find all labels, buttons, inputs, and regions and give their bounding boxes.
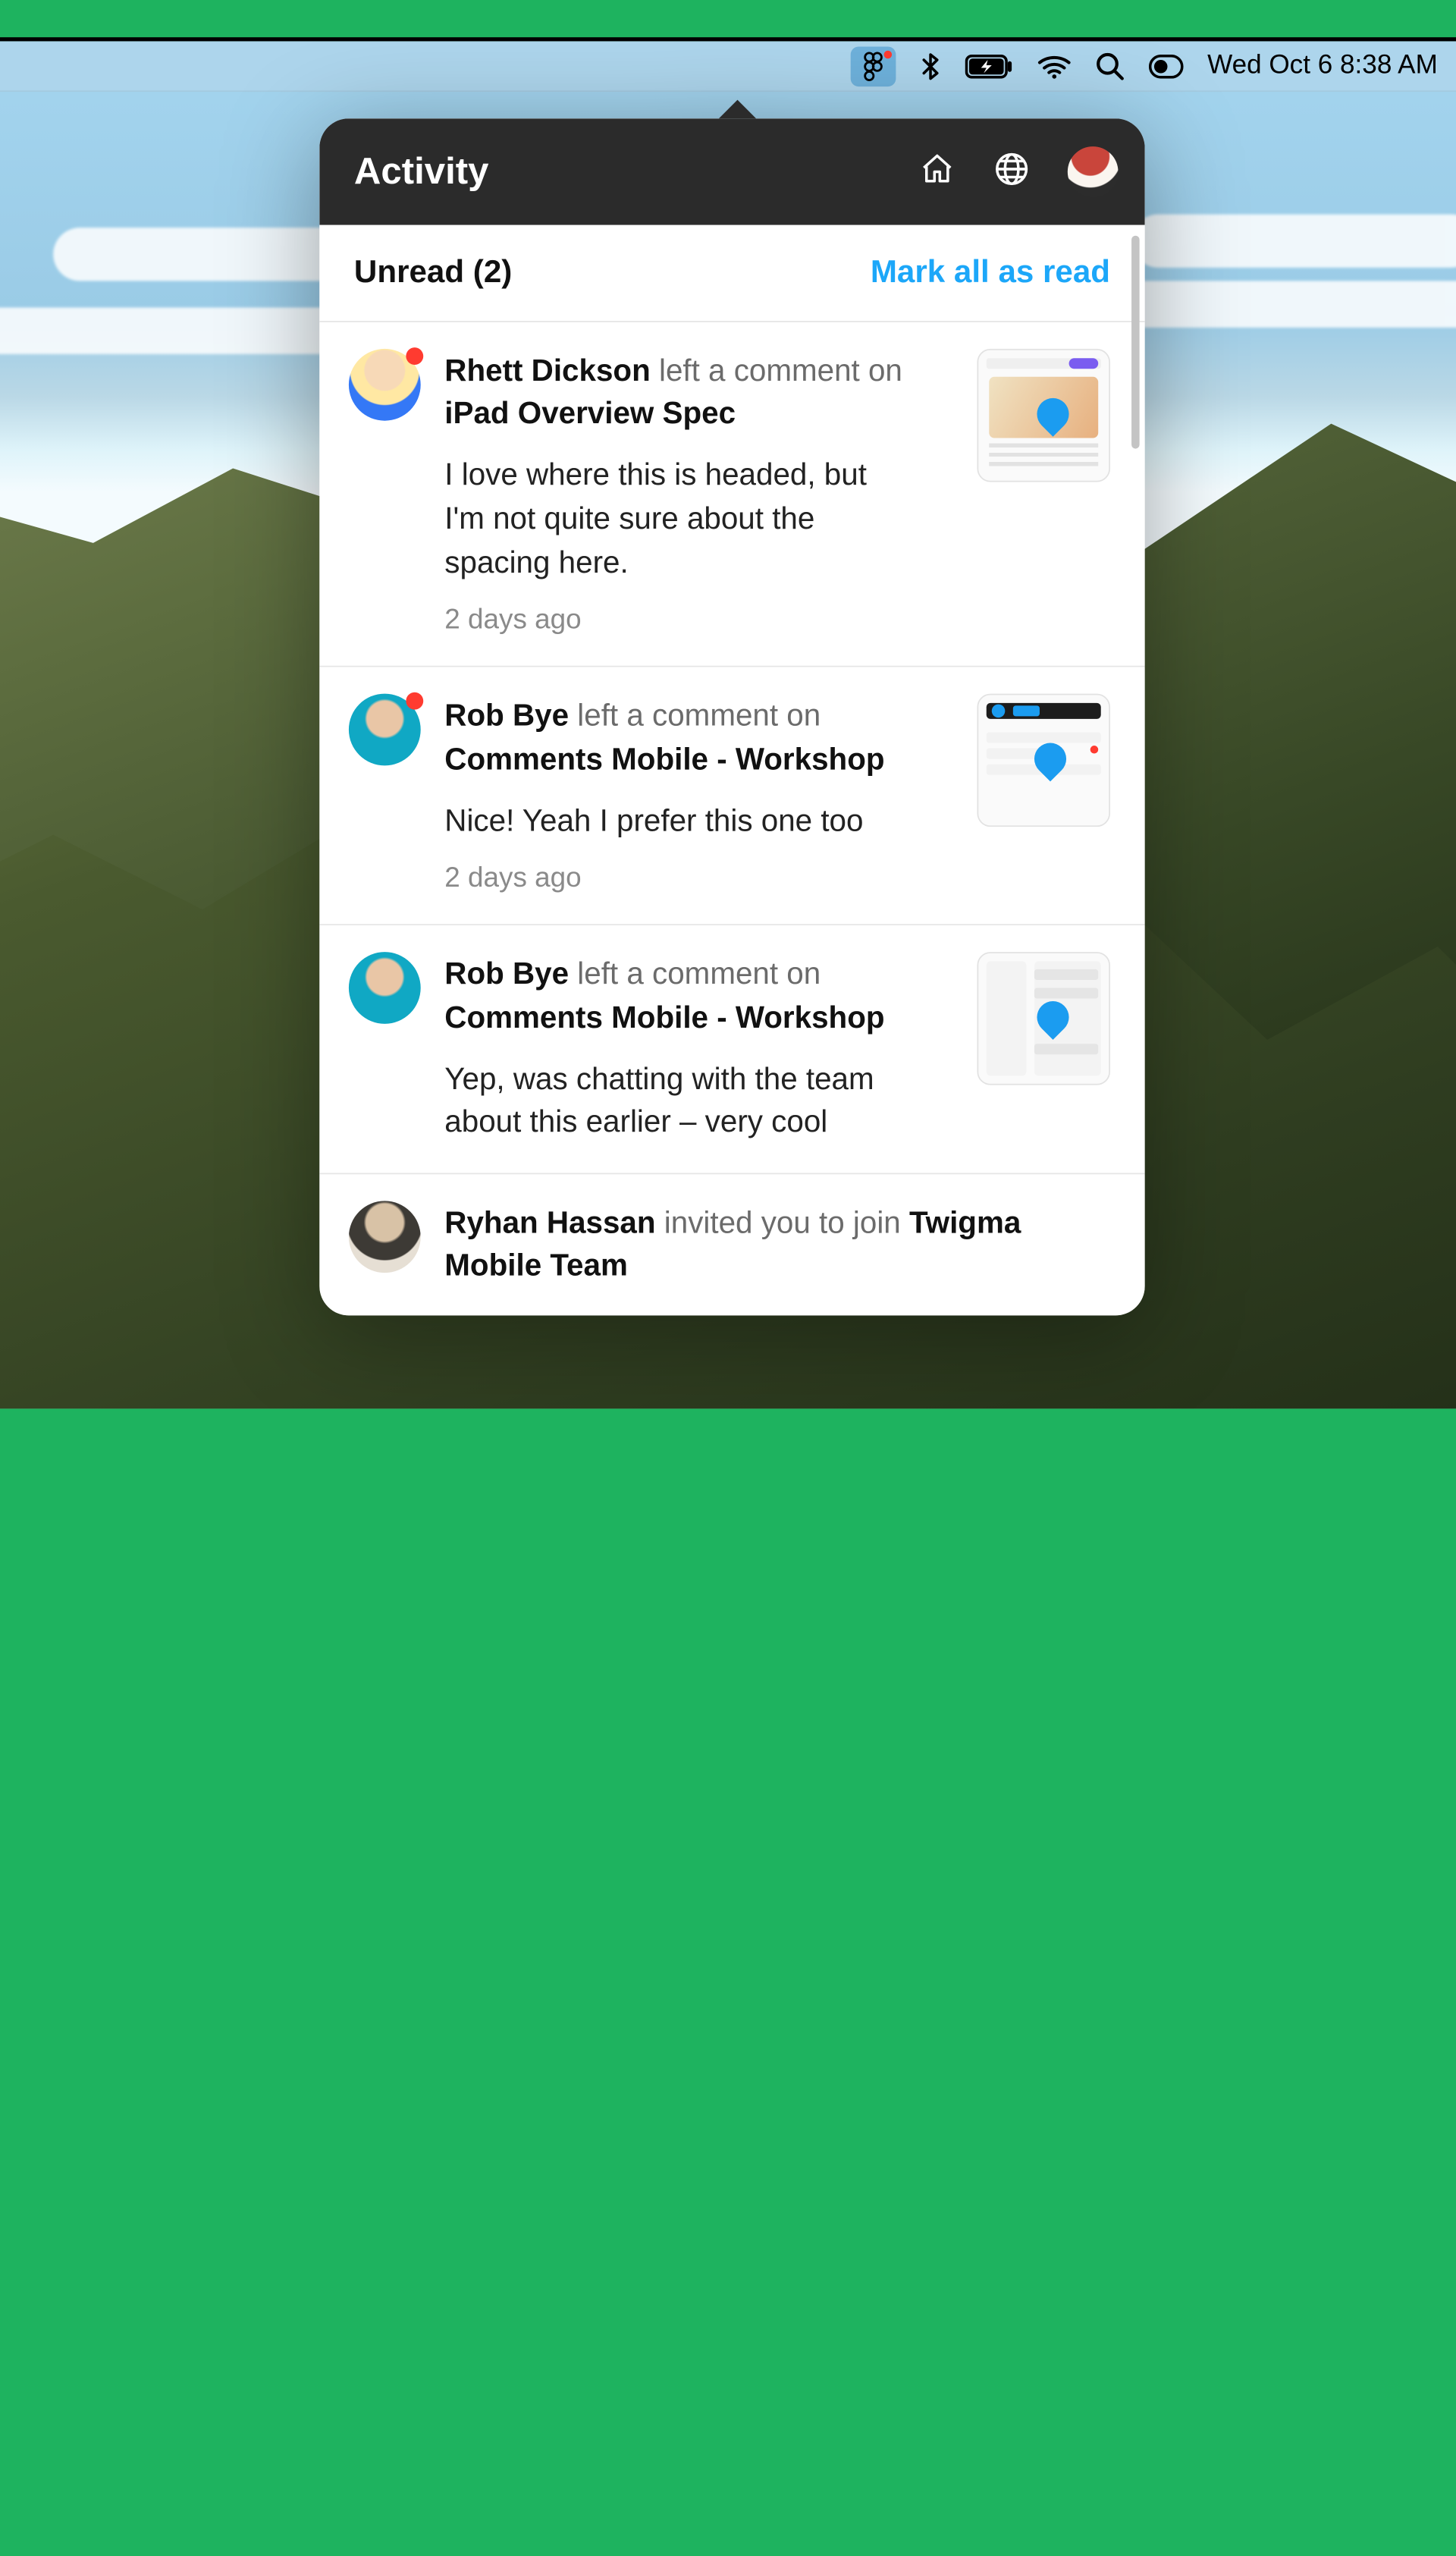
activity-text: Rob Bye left a comment on Comments Mobil… <box>444 953 953 1038</box>
activity-text: Rhett Dickson left a comment on iPad Ove… <box>444 349 953 435</box>
activity-item[interactable]: Ryhan Hassan invited you to join Twigma … <box>319 1174 1144 1316</box>
control-center-icon[interactable] <box>1149 54 1184 78</box>
menubar-datetime[interactable]: Wed Oct 6 8:38 AM <box>1207 51 1438 81</box>
activity-timestamp: 2 days ago <box>444 863 953 895</box>
wifi-icon[interactable] <box>1037 52 1072 79</box>
notification-dot-icon <box>884 50 893 58</box>
activity-item[interactable]: Rob Bye left a comment on Comments Mobil… <box>319 926 1144 1175</box>
activity-thumbnail[interactable] <box>977 694 1110 827</box>
actor-avatar <box>349 694 421 766</box>
spotlight-search-icon[interactable] <box>1096 52 1125 81</box>
activity-item[interactable]: Rob Bye left a comment on Comments Mobil… <box>319 667 1144 926</box>
comment-body: Yep, was chatting with the team about th… <box>444 1057 897 1144</box>
comment-body: I love where this is headed, but I'm not… <box>444 453 897 583</box>
unread-dot-icon <box>406 692 423 710</box>
actor-avatar <box>349 953 421 1025</box>
mark-all-as-read-button[interactable]: Mark all as read <box>871 254 1110 291</box>
actor-avatar <box>349 349 421 421</box>
activity-text: Rob Bye left a comment on Comments Mobil… <box>444 694 953 780</box>
activity-item[interactable]: Rhett Dickson left a comment on iPad Ove… <box>319 322 1144 667</box>
activity-thumbnail[interactable] <box>977 953 1110 1086</box>
bluetooth-icon[interactable] <box>920 50 941 82</box>
globe-icon[interactable] <box>993 149 1031 193</box>
activity-timestamp: 2 days ago <box>444 605 953 637</box>
activity-text: Ryhan Hassan invited you to join Twigma … <box>444 1201 1110 1286</box>
unread-dot-icon <box>406 347 423 365</box>
battery-icon[interactable] <box>965 54 1013 78</box>
unread-count-label: Unread (2) <box>354 254 512 291</box>
actor-avatar <box>349 1201 421 1273</box>
comment-body: Nice! Yeah I prefer this one too <box>444 799 897 842</box>
figma-menubar-icon[interactable] <box>851 46 896 86</box>
desktop: Wed Oct 6 8:38 AM Activity <box>0 37 1456 1408</box>
activity-title: Activity <box>354 150 489 193</box>
activity-thumbnail[interactable] <box>977 349 1110 482</box>
scrollbar[interactable] <box>1131 225 1140 1316</box>
panel-pointer <box>719 100 756 119</box>
comment-pin-icon <box>1028 736 1073 782</box>
activity-panel: Activity <box>319 118 1144 1316</box>
home-icon[interactable] <box>918 149 956 193</box>
macos-menubar: Wed Oct 6 8:38 AM <box>0 41 1456 92</box>
activity-panel-header: Activity <box>319 118 1144 225</box>
user-avatar[interactable] <box>1068 146 1119 197</box>
